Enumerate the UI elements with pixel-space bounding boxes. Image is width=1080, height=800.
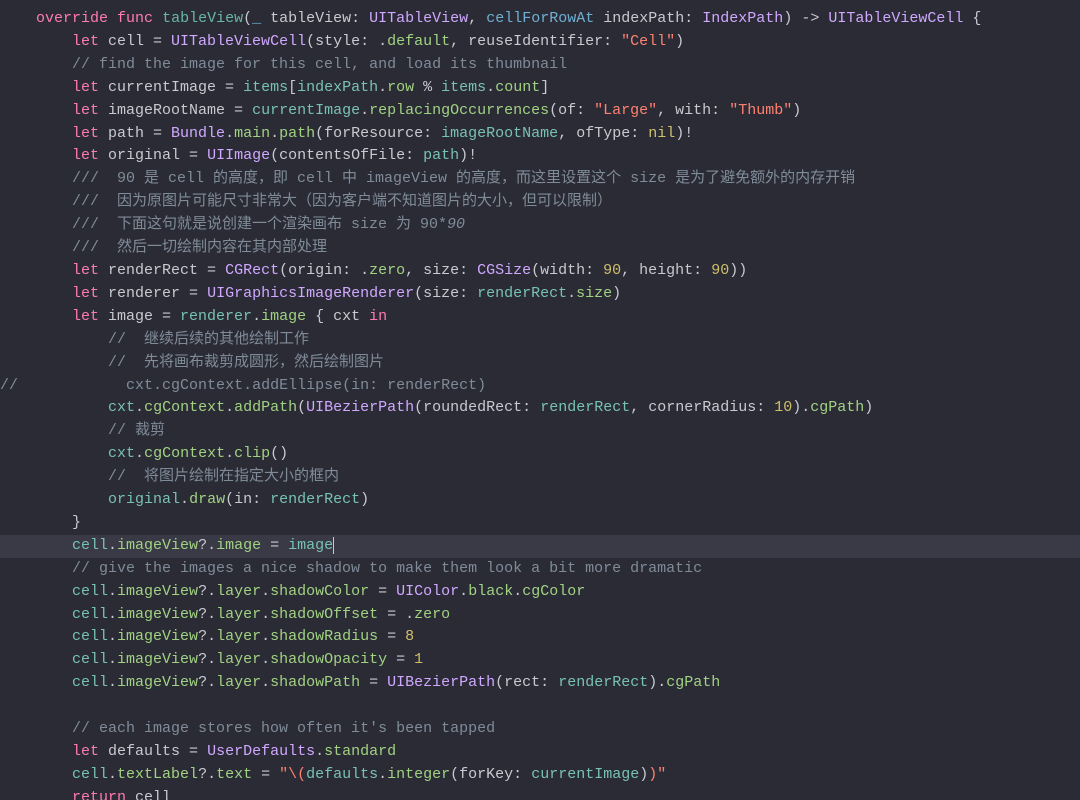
code-line: cell.imageView?.layer.shadowOffset = .ze… <box>0 606 450 623</box>
code-line: let renderRect = CGRect(origin: .zero, s… <box>0 262 747 279</box>
code-line: // 裁剪 <box>0 422 165 439</box>
code-line: cell.textLabel?.text = "\(defaults.integ… <box>0 766 666 783</box>
code-line: let path = Bundle.main.path(forResource:… <box>0 125 693 142</box>
code-line: cxt.cgContext.addPath(UIBezierPath(round… <box>0 399 873 416</box>
code-line: cell.imageView?.layer.shadowOpacity = 1 <box>0 651 423 668</box>
code-line: let imageRootName = currentImage.replaci… <box>0 102 801 119</box>
code-line: // give the images a nice shadow to make… <box>0 560 702 577</box>
code-line: return cell <box>0 789 171 800</box>
code-line: let currentImage = items[indexPath.row %… <box>0 79 549 96</box>
code-line: let cell = UITableViewCell(style: .defau… <box>0 33 684 50</box>
code-editor[interactable]: override func tableView(_ tableView: UIT… <box>0 0 1080 800</box>
code-line: cell.imageView?.layer.shadowColor = UICo… <box>0 583 585 600</box>
code-line: cell.imageView?.layer.shadowRadius = 8 <box>0 628 414 645</box>
code-line: let image = renderer.image { cxt in <box>0 308 387 325</box>
code-line: /// 90 是 cell 的高度，即 cell 中 imageView 的高度… <box>0 170 855 187</box>
code-line: let renderer = UIGraphicsImageRenderer(s… <box>0 285 621 302</box>
code-line: let defaults = UserDefaults.standard <box>0 743 396 760</box>
code-line: // 将图片绘制在指定大小的框内 <box>0 468 339 485</box>
code-line: original.draw(in: renderRect) <box>0 491 369 508</box>
code-line: /// 下面这句就是说创建一个渲染画布 size 为 90*90 <box>0 216 465 233</box>
code-line: } <box>0 514 81 531</box>
code-line: let original = UIImage(contentsOfFile: p… <box>0 147 477 164</box>
code-line: cxt.cgContext.clip() <box>0 445 288 462</box>
code-line: // find the image for this cell, and loa… <box>0 56 567 73</box>
code-line: // 先将画布裁剪成圆形，然后绘制图片 <box>0 354 384 371</box>
code-line: cell.imageView?.layer.shadowPath = UIBez… <box>0 674 720 691</box>
code-line: // each image stores how often it's been… <box>0 720 495 737</box>
text-cursor: image <box>288 537 334 554</box>
code-line: /// 因为原图片可能尺寸非常大（因为客户端不知道图片的大小，但可以限制） <box>0 193 612 210</box>
code-line: // cxt.cgContext.addEllipse(in: renderRe… <box>0 377 486 394</box>
code-line: // 继续后续的其他绘制工作 <box>0 331 309 348</box>
code-line: /// 然后一切绘制内容在其内部处理 <box>0 239 327 256</box>
code-line: override func tableView(_ tableView: UIT… <box>0 10 981 27</box>
code-line-current: cell.imageView?.image = image <box>0 535 1080 558</box>
code-line <box>0 697 72 714</box>
